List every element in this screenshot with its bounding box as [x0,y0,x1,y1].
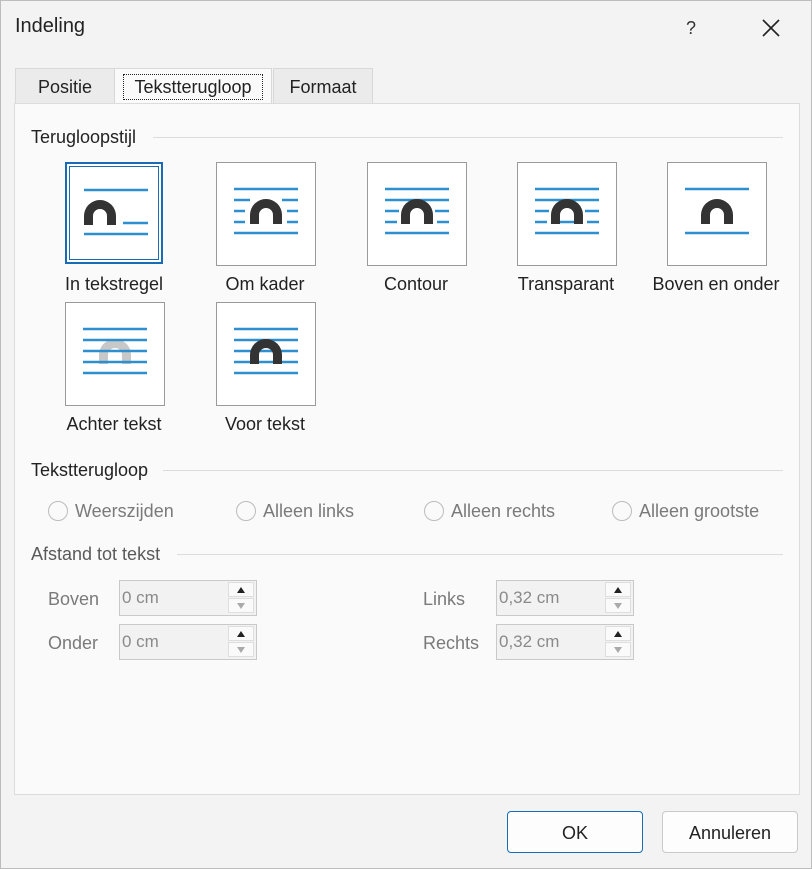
help-button[interactable]: ? [673,11,709,45]
wrap-option-label: In tekstregel [64,274,164,294]
close-icon [762,19,780,37]
tight-wrap-icon [385,187,449,235]
tab-size[interactable]: Formaat [273,68,373,103]
tab-text-wrapping[interactable]: Tekstterugloop [114,68,272,105]
distance-right-input[interactable] [497,625,607,659]
distance-right-up-button[interactable] [605,626,631,641]
tab-panel: Terugloopstijl In tekstregel Om kader Co… [14,103,800,795]
wrap-style-heading: Terugloopstijl [31,127,137,147]
in-front-text-icon [234,327,298,375]
triangle-up-icon [237,631,245,637]
in-line-wrap-icon [84,188,148,236]
wrap-text-heading: Tekstterugloop [31,460,149,480]
triangle-down-icon [614,647,622,653]
distance-top-label: Boven [48,589,100,609]
top-bottom-wrap-icon [685,187,749,235]
distance-top-down-button[interactable] [228,598,254,613]
behind-text-icon [83,327,147,375]
radio-label: Alleen links [263,501,355,521]
wrap-style-divider [153,137,783,138]
wrap-option-through[interactable] [517,162,617,266]
wrap-text-divider [163,470,783,471]
distance-right-down-button[interactable] [605,642,631,657]
wrap-option-in-front-text[interactable] [216,302,316,406]
cancel-button[interactable]: Annuleren [662,811,798,853]
distance-divider [177,554,783,555]
wrap-option-tight[interactable] [367,162,467,266]
distance-left-down-button[interactable] [605,598,631,613]
wrap-option-label: Voor tekst [224,414,306,434]
triangle-up-icon [237,587,245,593]
wrap-option-label: Om kader [225,274,305,294]
distance-left-up-button[interactable] [605,582,631,597]
distance-top-input[interactable] [120,581,230,615]
distance-bottom-up-button[interactable] [228,626,254,641]
distance-bottom-spinner [119,624,257,660]
distance-bottom-input[interactable] [120,625,230,659]
distance-left-input[interactable] [497,581,607,615]
wrap-option-square[interactable] [216,162,316,266]
triangle-down-icon [614,603,622,609]
distance-top-spinner [119,580,257,616]
wrap-option-label: Transparant [517,274,615,294]
distance-left-label: Links [423,589,466,609]
triangle-down-icon [237,603,245,609]
distance-heading: Afstand tot tekst [31,544,161,564]
radio-both-sides[interactable] [48,501,68,521]
radio-left-only[interactable] [236,501,256,521]
ok-button[interactable]: OK [507,811,643,853]
wrap-option-label: Achter tekst [66,414,162,434]
layout-dialog: Indeling ? Positie Tekstterugloop Formaa… [0,0,812,869]
wrap-option-label: Contour [383,274,449,294]
dialog-title: Indeling [15,15,86,37]
wrap-option-label: Boven en onder [652,274,780,294]
triangle-up-icon [614,587,622,593]
wrap-option-top-bottom[interactable] [667,162,767,266]
wrap-option-in-line[interactable] [65,162,163,264]
triangle-up-icon [614,631,622,637]
distance-right-spinner [496,624,634,660]
radio-label: Alleen grootste [639,501,760,521]
wrap-option-behind-text[interactable] [65,302,165,406]
distance-top-up-button[interactable] [228,582,254,597]
square-wrap-icon [234,187,298,235]
radio-right-only[interactable] [424,501,444,521]
close-button[interactable] [751,11,791,45]
radio-largest-only[interactable] [612,501,632,521]
distance-bottom-down-button[interactable] [228,642,254,657]
through-wrap-icon [535,187,599,235]
tab-position[interactable]: Positie [15,68,115,103]
distance-right-label: Rechts [423,633,480,653]
triangle-down-icon [237,647,245,653]
tab-text-wrapping-label: Tekstterugloop [123,74,263,100]
radio-label: Alleen rechts [451,501,556,521]
radio-label: Weerszijden [75,501,174,521]
distance-bottom-label: Onder [48,633,99,653]
distance-left-spinner [496,580,634,616]
